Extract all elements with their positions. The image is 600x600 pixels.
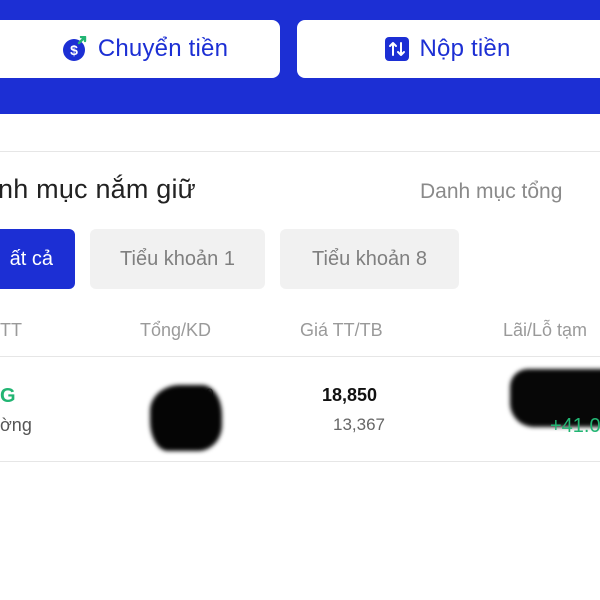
tab-all[interactable]: ất cả (0, 229, 75, 289)
row-divider (0, 461, 600, 462)
average-price: 13,367 (333, 415, 385, 434)
dollar-transfer-icon: $ (62, 36, 88, 62)
column-header-profit-loss: Lãi/Lỗ tạm (503, 320, 588, 340)
deposit-label: Nộp tiền (419, 35, 511, 62)
profit-loss-percent: +41.0 (550, 415, 600, 437)
transfer-label: Chuyển tiền (97, 35, 229, 62)
section-divider (0, 151, 600, 152)
tab-subaccount-8[interactable]: Tiểu khoản 8 (280, 229, 459, 289)
swap-vertical-icon (384, 36, 410, 62)
ticker-symbol: G (0, 385, 16, 407)
tab-subaccount-1[interactable]: Tiểu khoản 1 (90, 229, 265, 289)
transfer-button[interactable]: $ Chuyển tiền (0, 20, 280, 78)
portfolio-title: nh mục nắm giữ (0, 174, 196, 204)
table-row[interactable]: G ờng 00 18,850 13,367 +41.0 (0, 357, 600, 461)
column-header-ticker: TT (0, 320, 22, 340)
total-portfolio-link[interactable]: Danh mục tổng (420, 180, 562, 204)
redaction-mark (150, 385, 222, 451)
ticker-exchange: ờng (0, 415, 32, 435)
column-header-price: Giá TT/TB (300, 320, 383, 340)
deposit-button[interactable]: Nộp tiền (297, 20, 600, 78)
svg-text:$: $ (70, 42, 78, 58)
current-price: 18,850 (322, 385, 378, 405)
column-header-quantity: Tổng/KD (140, 320, 212, 340)
top-action-bar: $ Chuyển tiền Nộp tiền (0, 0, 600, 114)
